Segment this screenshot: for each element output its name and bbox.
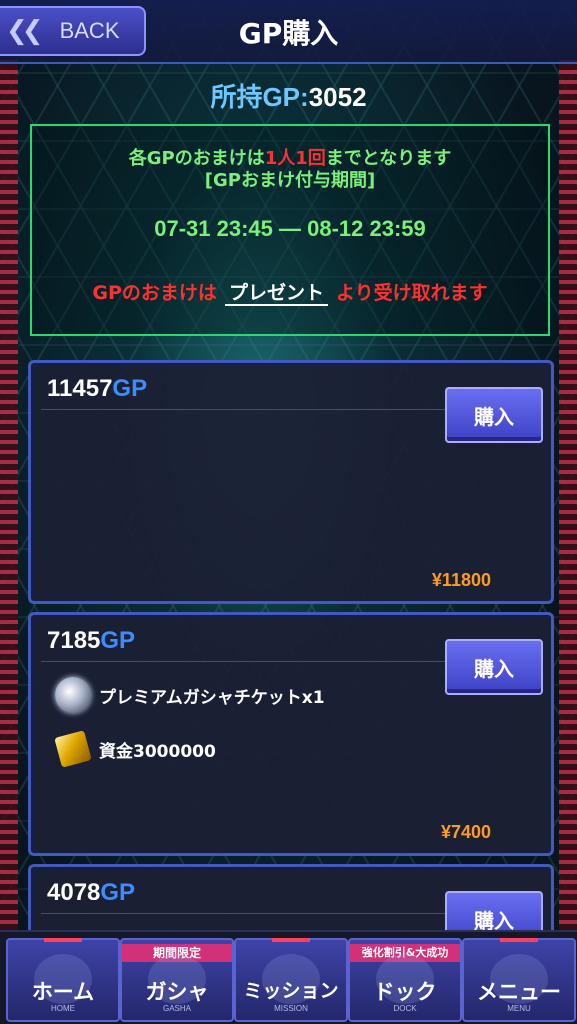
price: ¥11800 [431,570,491,590]
gold-bar-icon [54,730,92,768]
nav-label: ミッション [243,980,339,1002]
buy-button[interactable]: 購入 [445,387,543,443]
nav-mission[interactable]: ミッション MISSION [234,938,348,1022]
reward-item: 資金3000000 [54,730,216,768]
nav-sub: MENU [507,1004,531,1013]
present-note-prefix: GPのおまけは [92,282,217,304]
header-bar: ❮❮ BACK GP購入 [0,0,577,64]
gp-amount: 4078GP [47,879,135,907]
gp-balance: 所持GP:3052 [0,77,577,114]
nav-label: ドック [373,980,437,1004]
gp-unit: GP [100,879,136,906]
nav-tag [272,938,310,942]
nav-label: ホーム [31,980,95,1004]
gacha-ticket-icon [55,677,91,713]
gp-amount-value: 4078 [47,879,101,906]
reward-item: プレミアムガシャチケットx1 [55,677,325,713]
nav-gasha[interactable]: 期間限定 ガシャ GASHA [120,938,234,1022]
gp-unit: GP [100,627,136,654]
gp-amount-value: 11457 [47,375,113,402]
right-deco-stripe [559,60,577,934]
left-deco-stripe [0,60,18,934]
nav-home[interactable]: ホーム HOME [6,938,120,1022]
price: ¥7400 [440,822,491,842]
product-card: 11457GP 購入 ¥11800 [28,360,554,604]
reward-label: プレミアムガシャチケットx1 [99,687,325,708]
gp-amount-value: 7185 [47,627,101,654]
reward-label: 資金3000000 [99,741,216,762]
present-link[interactable]: プレゼント [224,282,328,306]
gp-unit: GP [112,375,148,402]
product-card: 7185GP 購入 プレミアムガシャチケットx1 資金3000000 ¥7400 [28,612,554,856]
bonus-period-heading: [GPおまけ付与期間] [204,170,376,191]
nav-sub: MISSION [274,1004,308,1013]
nav-sub: HOME [51,1004,75,1013]
gp-balance-value: 3052 [308,82,367,112]
bonus-info-box: 各GPのおまけは1人1回までとなります [GPおまけ付与期間] 07-31 23… [30,124,550,336]
gp-amount: 7185GP [47,627,135,655]
bottom-nav: ホーム HOME 期間限定 ガシャ GASHA ミッション MISSION 強化… [0,930,577,1024]
nav-tag [500,938,538,942]
nav-sub: DOCK [393,1004,417,1013]
bonus-period: 07-31 23:45 ― 08-12 23:59 [154,216,426,241]
present-note: GPのおまけは プレゼント より受け取れます [32,278,548,306]
nav-menu[interactable]: メニュー MENU [462,938,576,1022]
nav-tag [44,938,82,942]
buy-button[interactable]: 購入 [445,639,543,695]
gp-balance-label: 所持GP: [210,82,309,112]
present-note-suffix: より受け取れます [335,282,488,304]
gp-amount: 11457GP [47,375,147,403]
nav-label: メニュー [477,980,561,1004]
nav-label: ガシャ [145,980,209,1004]
nav-dock[interactable]: 強化割引&大成功 ドック DOCK [348,938,462,1022]
nav-sub: GASHA [162,1004,191,1013]
page-title: GP購入 [238,17,339,50]
